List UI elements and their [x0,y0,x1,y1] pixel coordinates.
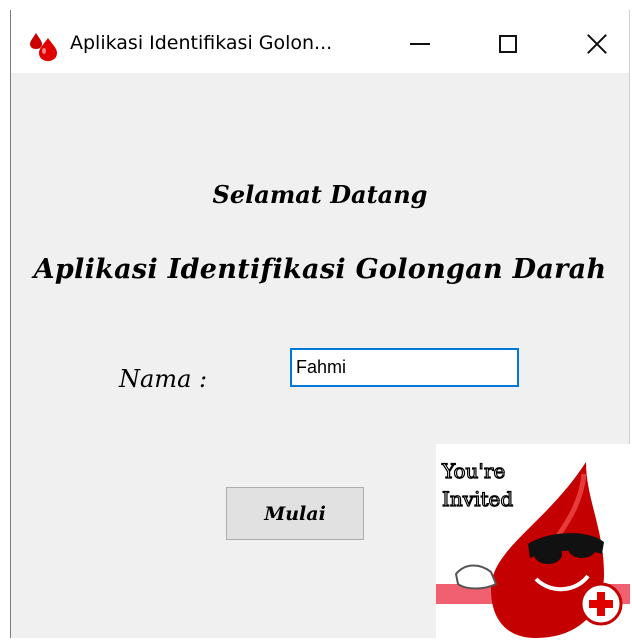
window-title: Aplikasi Identifikasi Golon... [70,32,333,54]
welcome-heading: Selamat Datang [212,180,428,209]
close-button[interactable] [566,20,628,68]
close-icon [586,33,608,55]
invitation-mascot-image: You're Invited [436,444,630,638]
name-label: Nama : [119,365,208,393]
main-window: Aplikasi Identifikasi Golon... Selamat D… [10,10,630,638]
maximize-button[interactable] [477,20,539,68]
invitation-line-2: Invited [442,487,513,511]
minimize-button[interactable] [389,20,451,68]
maximize-icon [499,35,517,53]
title-bar[interactable]: Aplikasi Identifikasi Golon... [11,10,629,73]
invitation-line-1: You're [441,459,505,483]
name-input[interactable] [290,348,519,387]
minimize-icon [410,43,430,45]
blood-drops-icon [27,30,61,64]
start-button[interactable]: Mulai [226,487,364,540]
app-title-heading: Aplikasi Identifikasi Golongan Darah [33,254,607,285]
